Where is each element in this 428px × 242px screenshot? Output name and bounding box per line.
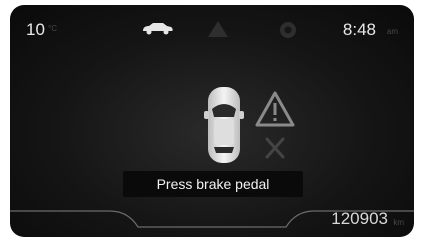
gear-icon[interactable] xyxy=(277,19,299,46)
status-bar: 10 °C 8:48 am xyxy=(10,5,414,51)
outside-temperature: 10 xyxy=(26,20,45,39)
instrument-display: 10 °C 8:48 am Press brake pedal 120903 k… xyxy=(10,5,414,237)
odometer-unit: km xyxy=(393,218,404,227)
message-text: Press brake pedal xyxy=(156,176,270,192)
car-icon[interactable] xyxy=(140,21,174,40)
car-top-view-icon xyxy=(204,85,244,170)
message-banner: Press brake pedal xyxy=(123,171,303,197)
warning-icon[interactable] xyxy=(206,19,230,44)
brake-pedal-indicator-icon xyxy=(262,135,288,166)
temperature-unit: °C xyxy=(48,24,57,33)
bottom-bar: 120903 km xyxy=(10,197,414,237)
warning-triangle-icon xyxy=(254,90,296,133)
clock-suffix: am xyxy=(386,27,398,36)
odometer-value: 120903 xyxy=(331,209,388,228)
clock-time: 8:48 xyxy=(342,20,376,39)
